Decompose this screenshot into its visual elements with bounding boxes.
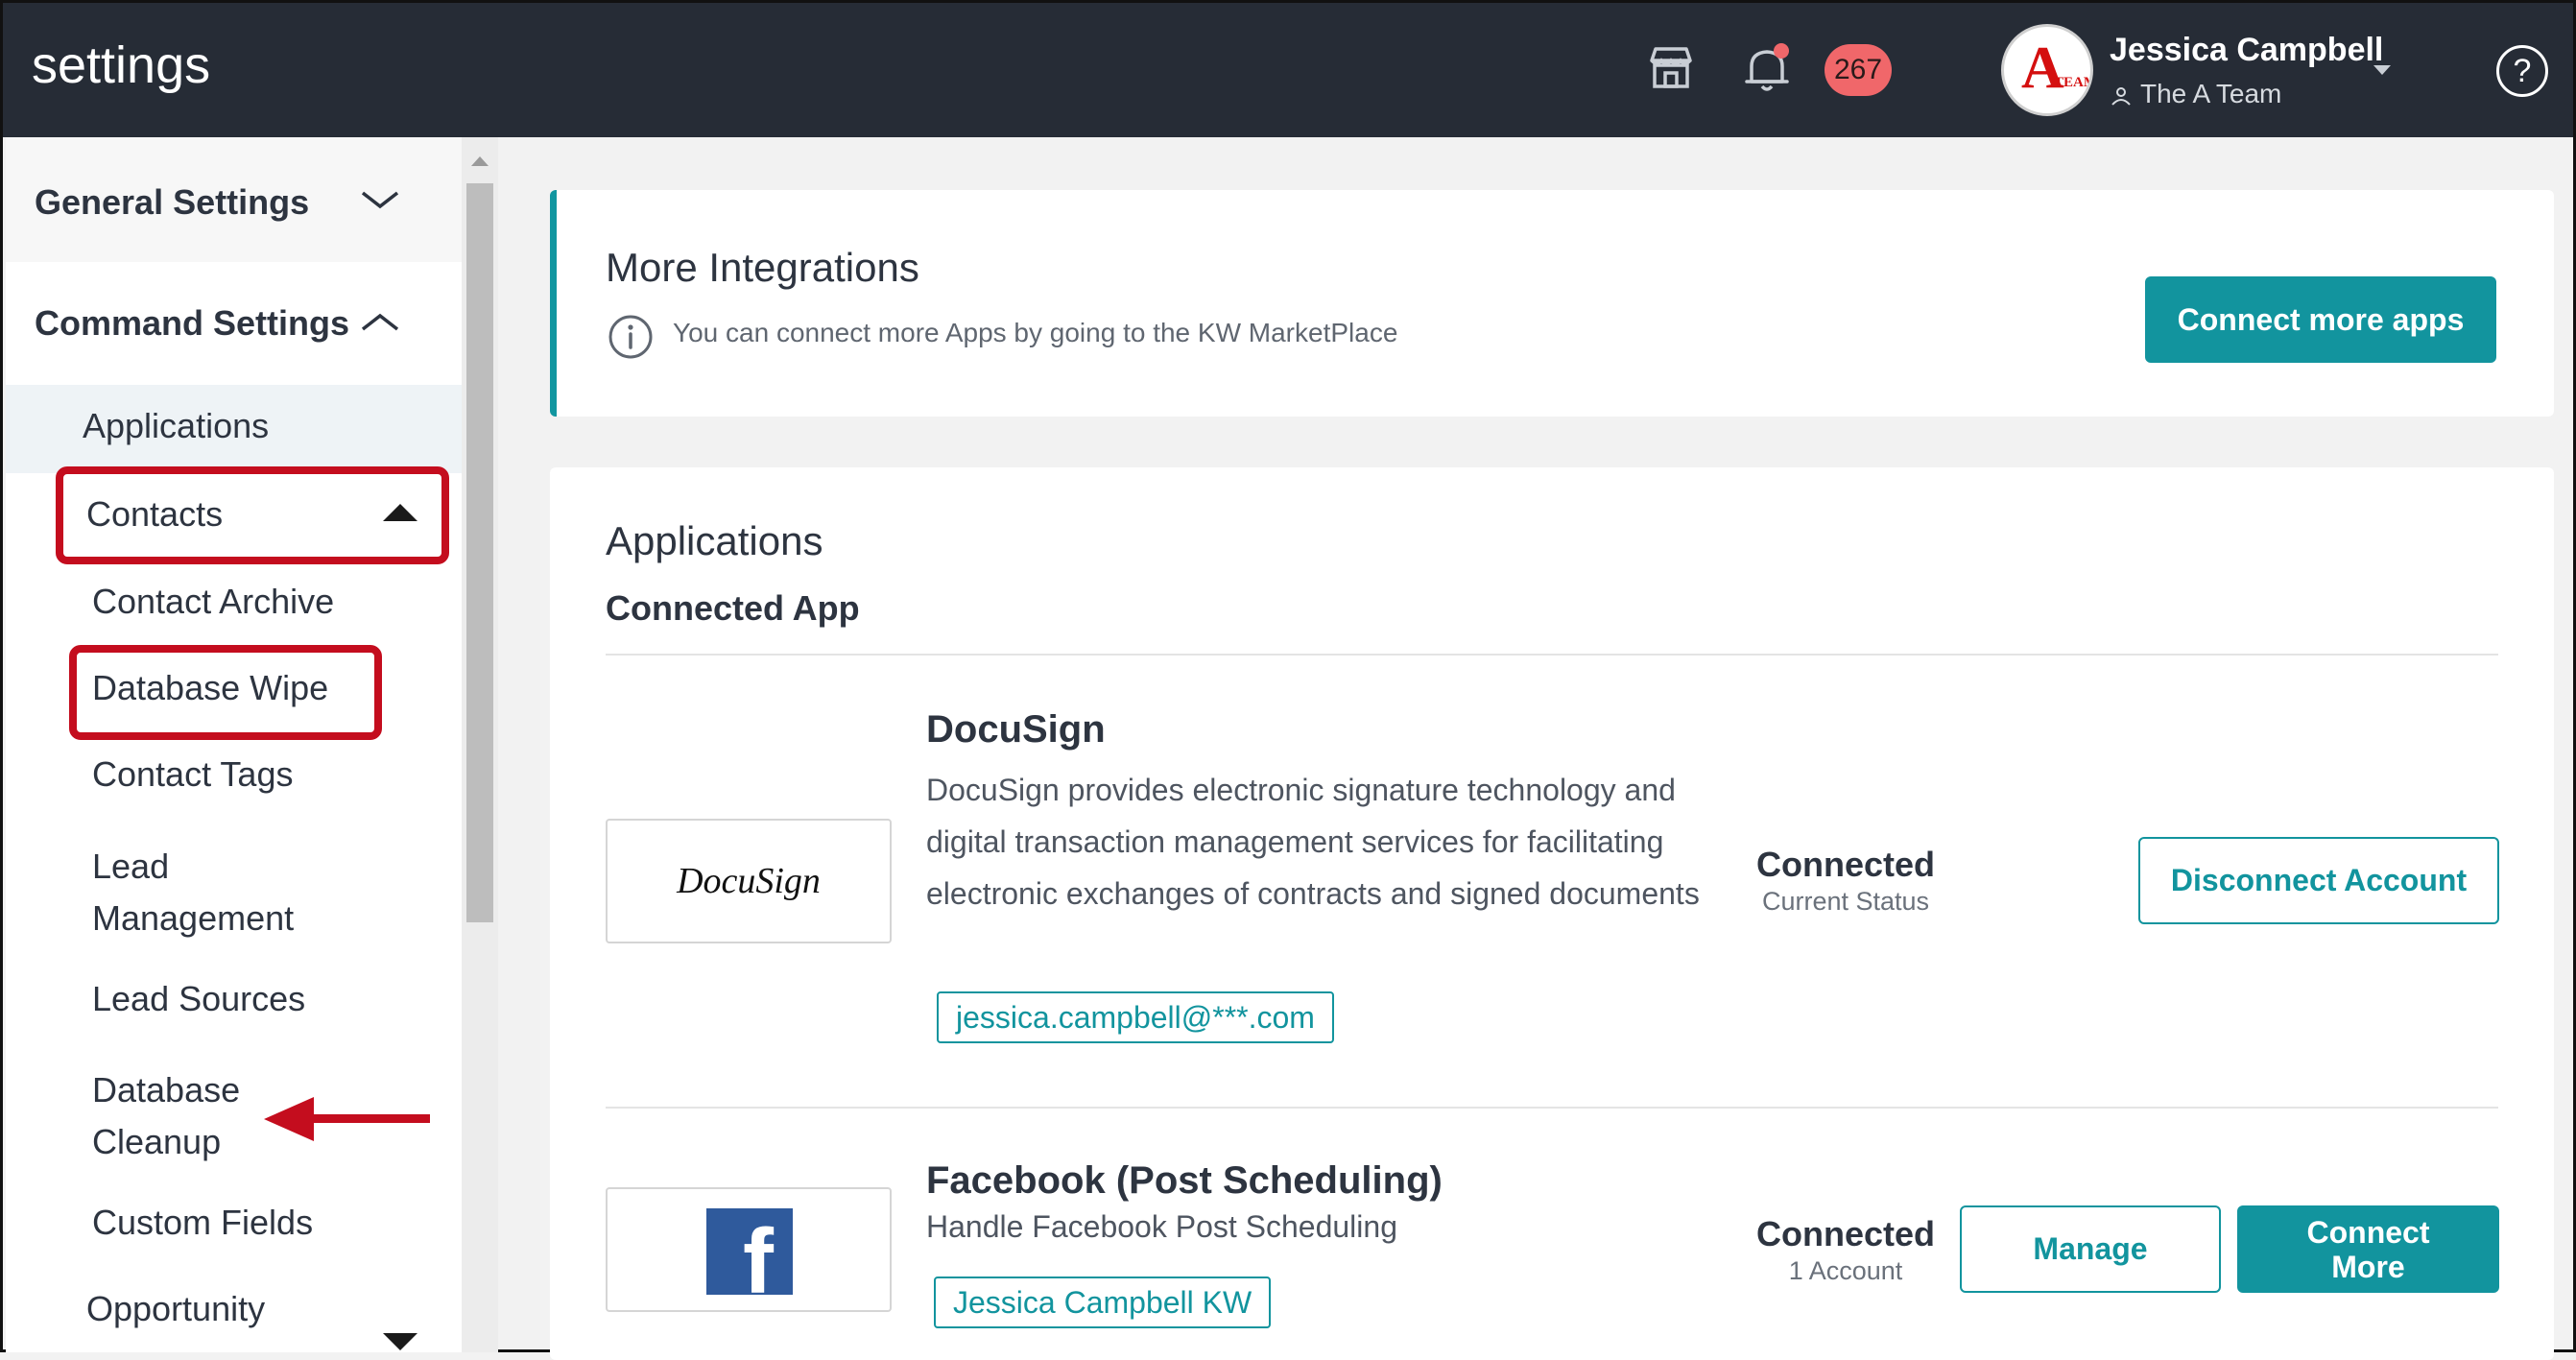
disconnect-account-button[interactable]: Disconnect Account — [2138, 837, 2499, 924]
docusign-logo-text: DocuSign — [677, 861, 821, 901]
more-integrations-title: More Integrations — [606, 245, 919, 290]
sidebar-item-opportunity[interactable]: Opportunity — [86, 1289, 265, 1329]
docusign-status-value: Connected — [1755, 845, 1935, 884]
facebook-status-label: 1 Account — [1788, 1256, 1903, 1285]
scroll-up-arrow-icon[interactable] — [471, 156, 489, 166]
sidebar-item-applications: Applications — [83, 406, 270, 445]
caret-down-icon[interactable] — [383, 1333, 417, 1350]
sidebar-item-lead-sources[interactable]: Lead Sources — [92, 979, 305, 1019]
docusign-description: DocuSign provides electronic signature t… — [926, 773, 1700, 911]
storefront-icon[interactable] — [1642, 39, 1700, 97]
sidebar-item-applications-row[interactable]: Applications — [6, 385, 462, 473]
facebook-account-chip: Jessica Campbell KW — [934, 1276, 1272, 1328]
docusign-status-label: Current Status — [1761, 887, 1930, 916]
sidebar-item-database-cleanup[interactable]: Database Cleanup — [92, 1064, 240, 1168]
applications-title: Applications — [606, 518, 823, 563]
team-name-row[interactable]: The A Team — [2110, 79, 2281, 109]
facebook-icon: f — [706, 1208, 793, 1295]
highlight-box-database-wipe — [69, 645, 382, 740]
facebook-logo-letter: f — [743, 1210, 774, 1296]
annotation-arrow-shaft — [310, 1114, 430, 1123]
connect-more-button[interactable]: Connect More — [2237, 1205, 2499, 1293]
facebook-logo: f — [606, 1187, 892, 1312]
user-name[interactable]: Jessica Campbell — [2110, 32, 2383, 69]
avatar-subtext: TEAM — [2054, 75, 2093, 90]
sidebar-item-contact-tags[interactable]: Contact Tags — [92, 754, 293, 795]
notification-count-badge[interactable]: 267 — [1825, 44, 1892, 96]
team-name: The A Team — [2140, 79, 2282, 108]
docusign-logo: DocuSign — [606, 819, 892, 943]
facebook-app-name: Facebook (Post Scheduling) — [926, 1159, 1443, 1202]
avatar-letter: A — [2021, 36, 2064, 101]
info-icon — [608, 315, 653, 359]
bell-icon[interactable] — [1738, 39, 1796, 97]
command-settings-heading[interactable]: Command Settings — [35, 303, 349, 344]
facebook-status-value: Connected — [1755, 1214, 1935, 1253]
chevron-down-icon — [361, 191, 399, 209]
team-icon — [2111, 86, 2131, 106]
sidebar-scrollbar[interactable] — [462, 137, 498, 1352]
scrollbar-thumb[interactable] — [466, 183, 493, 922]
general-settings-heading: General Settings — [35, 182, 310, 222]
page-title: settings — [32, 36, 211, 94]
top-bar: settings 267 A TEAM Jessica Campbell The… — [3, 3, 2573, 137]
sidebar-item-lead-management[interactable]: Lead Management — [92, 841, 294, 944]
sidebar-item-custom-fields[interactable]: Custom Fields — [92, 1203, 313, 1243]
chevron-up-icon[interactable] — [361, 308, 399, 337]
sidebar-item-contact-archive[interactable]: Contact Archive — [92, 582, 334, 622]
caret-down-icon[interactable] — [2373, 65, 2391, 75]
highlight-box-contacts — [56, 466, 449, 564]
settings-sidebar: General Settings Command Settings Applic… — [6, 137, 462, 1352]
docusign-app-name: DocuSign — [926, 708, 1106, 751]
divider — [606, 1107, 2498, 1109]
divider — [606, 654, 2498, 656]
avatar[interactable]: A TEAM — [2001, 24, 2093, 116]
connected-app-subheading: Connected App — [606, 588, 860, 628]
facebook-status: Connected 1 Account — [1721, 1214, 1970, 1286]
docusign-status: Connected Current Status — [1721, 845, 1970, 917]
general-settings-row[interactable]: General Settings — [6, 137, 462, 262]
annotation-arrow-icon — [264, 1097, 314, 1141]
docusign-account-chip: jessica.campbell@***.com — [937, 991, 1334, 1043]
connect-more-apps-button[interactable]: Connect more apps — [2145, 276, 2496, 363]
manage-button[interactable]: Manage — [1960, 1205, 2221, 1293]
facebook-description: Handle Facebook Post Scheduling — [926, 1209, 1397, 1244]
help-icon[interactable]: ? — [2496, 45, 2548, 97]
integrations-info-text: You can connect more Apps by going to th… — [673, 318, 1398, 347]
